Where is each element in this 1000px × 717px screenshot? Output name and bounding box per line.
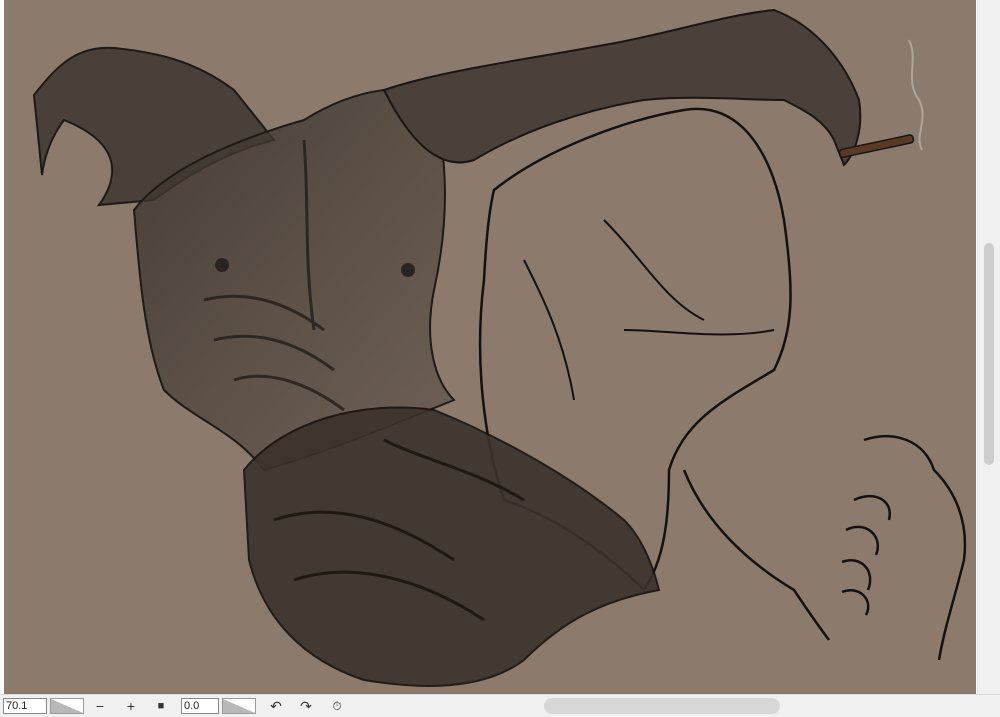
drawing-canvas-viewport[interactable] [0,0,977,694]
vertical-scrollbar[interactable] [977,0,1000,694]
rotation-angle-field[interactable]: 0.0 [181,698,219,714]
rotate-right-icon[interactable]: ↷ [296,697,316,715]
rotate-left-icon[interactable]: ↶ [266,697,286,715]
chest-detail-left [215,258,229,272]
cloth-fold-lines [523,219,775,401]
chest-detail-right [401,263,415,277]
zoom-slider[interactable] [50,698,84,714]
rotation-slider[interactable] [222,698,256,714]
canvas-status-bar: 70.1 − + ■ 0.0 ↶ ↷ ⏱ [0,694,1000,717]
smoke-wisp [908,39,924,151]
pants-shape [242,406,661,687]
zoom-slider-track [51,699,83,713]
finger-outlines [841,494,892,616]
fit-view-button[interactable]: ■ [151,697,171,715]
rotation-slider-track [223,699,255,713]
zoom-level-field[interactable]: 70.1 [3,698,47,714]
hand-outline [863,435,967,661]
artwork-canvas[interactable] [4,0,976,694]
lower-leg-outline [682,469,831,641]
reset-rotation-icon[interactable]: ⏱ [327,697,347,715]
zoom-in-button[interactable]: + [121,697,141,715]
zoom-out-button[interactable]: − [90,697,110,715]
horizontal-scrollbar-thumb[interactable] [544,698,780,714]
arm-shape [382,8,862,167]
sketch-illustration [32,8,967,687]
vertical-scrollbar-thumb[interactable] [984,243,994,465]
